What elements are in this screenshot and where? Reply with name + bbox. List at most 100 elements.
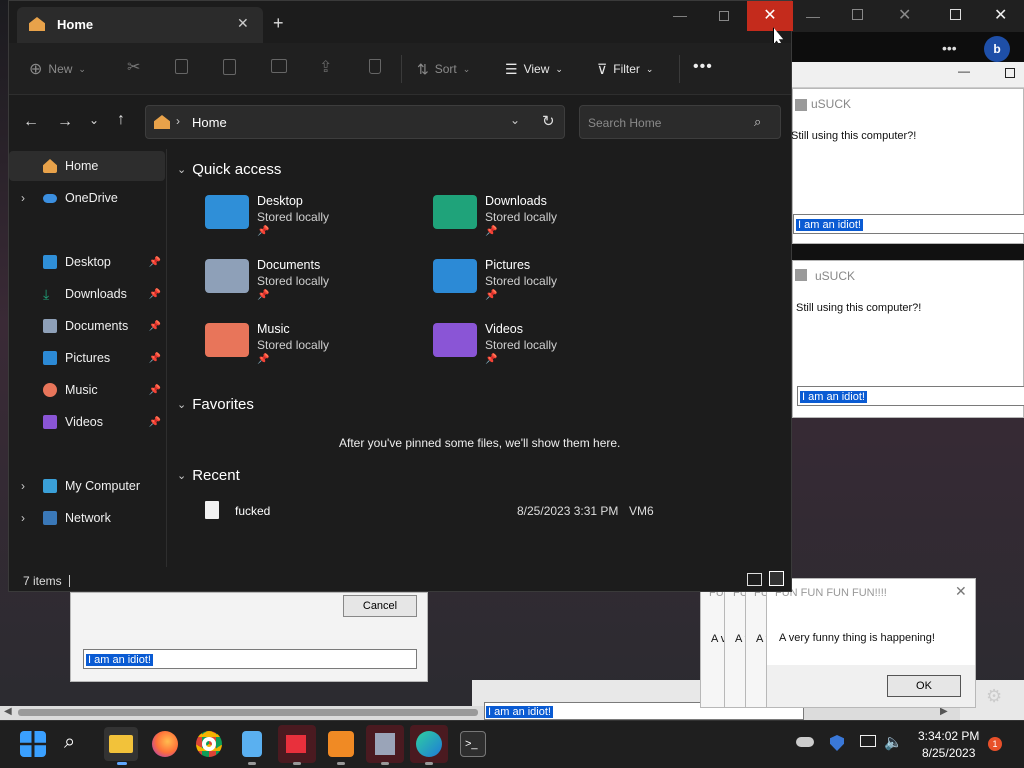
new-tab-icon[interactable]: + [273, 13, 284, 34]
file-explorer-window: Home ✕ + — ✕ ⊕ New ⌄ ✂ ⇪ ⇅ Sort ⌄ ☰ View ⌄ ⊽ Fi… [8, 0, 793, 592]
tab-home[interactable]: Home ✕ [17, 7, 263, 43]
media-player-icon[interactable] [328, 731, 354, 757]
pin-icon[interactable]: 📌 [149, 257, 161, 268]
up-icon[interactable]: ↑ [117, 111, 125, 129]
expand-chevron-icon[interactable]: › [21, 191, 25, 205]
share-icon[interactable]: ⇪ [319, 57, 332, 77]
back-icon[interactable]: ← [23, 113, 39, 131]
bg-restore-icon[interactable] [950, 9, 961, 20]
rename-icon[interactable] [271, 59, 287, 73]
answer-input[interactable]: I am an idiot! [793, 214, 1024, 234]
close-button[interactable]: ✕ [747, 1, 793, 31]
calculator-icon[interactable] [366, 725, 404, 763]
quick-access-documents[interactable]: Documents Stored locally 📌 [205, 257, 329, 303]
bg-minimize-icon[interactable]: — [806, 8, 820, 24]
bg-maximize-icon[interactable] [852, 9, 863, 20]
quick-access-desktop[interactable]: Desktop Stored locally 📌 [205, 193, 329, 239]
section-favorites[interactable]: ⌄ Favorites [177, 396, 254, 413]
chrome-icon[interactable] [196, 731, 222, 757]
sidebar-item-desktop[interactable]: Desktop 📌 [9, 247, 165, 277]
file-explorer-icon[interactable] [104, 727, 138, 761]
sidebar-item-network[interactable]: › Network [9, 503, 165, 533]
clock-date[interactable]: 8/25/2023 [922, 746, 975, 760]
quick-access-downloads[interactable]: Downloads Stored locally 📌 [433, 193, 557, 239]
sidebar-item-videos[interactable]: Videos 📌 [9, 407, 165, 437]
onedrive-warning-icon[interactable] [796, 737, 814, 747]
breadcrumb[interactable]: Home [192, 115, 227, 130]
close-tab-icon[interactable]: ✕ [237, 15, 249, 32]
sidebar-item-onedrive[interactable]: › OneDrive [9, 183, 165, 213]
address-bar[interactable]: › Home ⌄ ↻ [145, 105, 565, 139]
pin-icon[interactable]: 📌 [149, 353, 161, 364]
maximize-icon[interactable] [719, 11, 729, 21]
cancel-button[interactable]: Cancel [343, 595, 417, 617]
answer-input[interactable]: I am an idiot! [83, 649, 417, 669]
sidebar-item-documents[interactable]: Documents 📌 [9, 311, 165, 341]
paint-icon[interactable] [278, 725, 316, 763]
section-quick-access[interactable]: ⌄ Quick access [177, 161, 281, 178]
forward-icon[interactable]: → [57, 113, 73, 131]
view-button[interactable]: ☰ View ⌄ [505, 59, 563, 79]
search-icon[interactable]: ⌕ [64, 731, 75, 754]
sidebar-item-my-computer[interactable]: › My Computer [9, 471, 165, 501]
sidebar-item-downloads[interactable]: ⤓ Downloads 📌 [9, 279, 165, 309]
delete-icon[interactable] [369, 59, 381, 74]
bg-close-icon[interactable]: ✕ [898, 5, 911, 25]
sidebar-item-music[interactable]: Music 📌 [9, 375, 165, 405]
pin-icon[interactable]: 📌 [149, 321, 161, 332]
refresh-icon[interactable]: ↻ [542, 112, 555, 130]
copy-icon[interactable] [175, 59, 188, 74]
pin-icon: 📌 [485, 290, 498, 301]
volume-icon[interactable]: 🔈 [884, 733, 903, 751]
usuck-window-2: uSUCK Still using this computer?! I am a… [792, 260, 1024, 418]
filter-button[interactable]: ⊽ Filter ⌄ [597, 59, 653, 79]
notepad-icon[interactable] [242, 731, 262, 757]
bg-close-icon-2[interactable]: ✕ [994, 5, 1007, 25]
paste-icon[interactable] [223, 59, 236, 75]
pin-icon[interactable]: 📌 [149, 385, 161, 396]
recent-locations-icon[interactable]: ⌄ [89, 113, 99, 127]
expand-chevron-icon[interactable]: › [21, 479, 25, 493]
new-button[interactable]: ⊕ New ⌄ [29, 59, 86, 79]
terminal-icon[interactable]: >_ [460, 731, 486, 757]
answer-input[interactable]: I am an idiot! [797, 386, 1024, 406]
scroll-thumb[interactable] [18, 709, 478, 716]
bing-icon[interactable]: b [984, 36, 1010, 62]
firefox-icon[interactable] [152, 731, 178, 757]
tiles-view-icon[interactable] [769, 571, 784, 586]
clock-time[interactable]: 3:34:02 PM [918, 729, 979, 743]
scroll-left-icon[interactable]: ◀ [4, 706, 12, 717]
network-icon[interactable] [860, 735, 876, 747]
bg-maximize-icon-2[interactable] [1005, 68, 1015, 78]
list-item[interactable]: fucked 8/25/2023 3:31 PM VM6 [199, 499, 679, 523]
more-options-icon[interactable]: ••• [693, 58, 713, 76]
notification-badge[interactable]: 1 [988, 737, 1002, 751]
address-dropdown-icon[interactable]: ⌄ [510, 113, 520, 127]
quick-access-pictures[interactable]: Pictures Stored locally 📌 [433, 257, 557, 303]
quick-access-music[interactable]: Music Stored locally 📌 [205, 321, 329, 367]
security-icon[interactable] [830, 735, 844, 751]
bg-minimize-icon-2[interactable]: — [958, 64, 970, 78]
minimize-icon[interactable]: — [673, 7, 687, 23]
quick-access-videos[interactable]: Videos Stored locally 📌 [433, 321, 557, 367]
pin-icon[interactable]: 📌 [149, 417, 161, 428]
toolbar-divider [679, 55, 680, 83]
pin-icon[interactable]: 📌 [149, 289, 161, 300]
search-input[interactable]: Search Home [588, 116, 661, 130]
edge-icon[interactable] [410, 725, 448, 763]
close-icon[interactable]: ✕ [955, 583, 967, 600]
search-box[interactable]: Search Home ⌕ [579, 105, 781, 139]
sort-button[interactable]: ⇅ Sort ⌄ [417, 59, 470, 79]
details-view-icon[interactable] [747, 573, 762, 586]
settings-gear-icon[interactable]: ⚙ [986, 686, 1002, 707]
sidebar-item-pictures[interactable]: Pictures 📌 [9, 343, 165, 373]
toolbar-divider [401, 55, 402, 83]
cut-icon[interactable]: ✂ [127, 57, 140, 77]
sidebar-item-home[interactable]: Home [9, 151, 165, 181]
file-name: fucked [235, 504, 271, 518]
start-icon[interactable] [20, 731, 46, 757]
section-recent[interactable]: ⌄ Recent [177, 467, 240, 484]
expand-chevron-icon[interactable]: › [21, 511, 25, 525]
ok-button[interactable]: OK [887, 675, 961, 697]
h-scrollbar[interactable]: ◀ ▶ [0, 706, 960, 720]
